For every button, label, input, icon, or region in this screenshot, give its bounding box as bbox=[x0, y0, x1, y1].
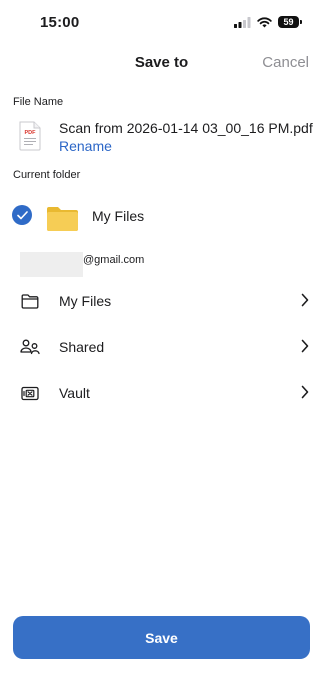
account-name-redacted bbox=[20, 252, 83, 277]
location-label: Shared bbox=[59, 339, 105, 355]
location-vault[interactable]: Vault bbox=[0, 373, 323, 413]
save-button[interactable]: Save bbox=[13, 616, 310, 659]
file-name-label: File Name bbox=[13, 96, 64, 108]
pdf-badge: PDF bbox=[25, 130, 37, 136]
vault-icon bbox=[20, 383, 40, 403]
folder-icon bbox=[47, 207, 78, 231]
pdf-file-icon: PDF bbox=[19, 121, 41, 151]
cancel-button[interactable]: Cancel bbox=[262, 54, 309, 71]
location-my-files[interactable]: My Files bbox=[0, 281, 323, 321]
wifi-icon bbox=[257, 16, 272, 27]
current-folder-name: My Files bbox=[92, 208, 145, 224]
account-email: @gmail.com bbox=[83, 254, 145, 266]
status-time: 15:00 bbox=[40, 14, 80, 31]
cellular-signal-icon bbox=[234, 16, 251, 28]
folder-outline-icon bbox=[20, 291, 40, 311]
location-shared[interactable]: Shared bbox=[0, 327, 323, 367]
chevron-right-icon bbox=[301, 385, 309, 399]
rename-button[interactable]: Rename bbox=[59, 138, 112, 154]
chevron-right-icon bbox=[301, 293, 309, 307]
status-icons: 59 bbox=[234, 16, 302, 28]
current-folder-label: Current folder bbox=[13, 169, 81, 181]
checkmark-icon bbox=[12, 205, 32, 225]
battery-icon: 59 bbox=[278, 16, 302, 28]
location-label: My Files bbox=[59, 293, 112, 309]
file-name: Scan from 2026-01-14 03_00_16 PM.pdf bbox=[59, 120, 313, 136]
people-icon bbox=[20, 337, 40, 357]
chevron-right-icon bbox=[301, 339, 309, 353]
location-label: Vault bbox=[59, 385, 90, 401]
